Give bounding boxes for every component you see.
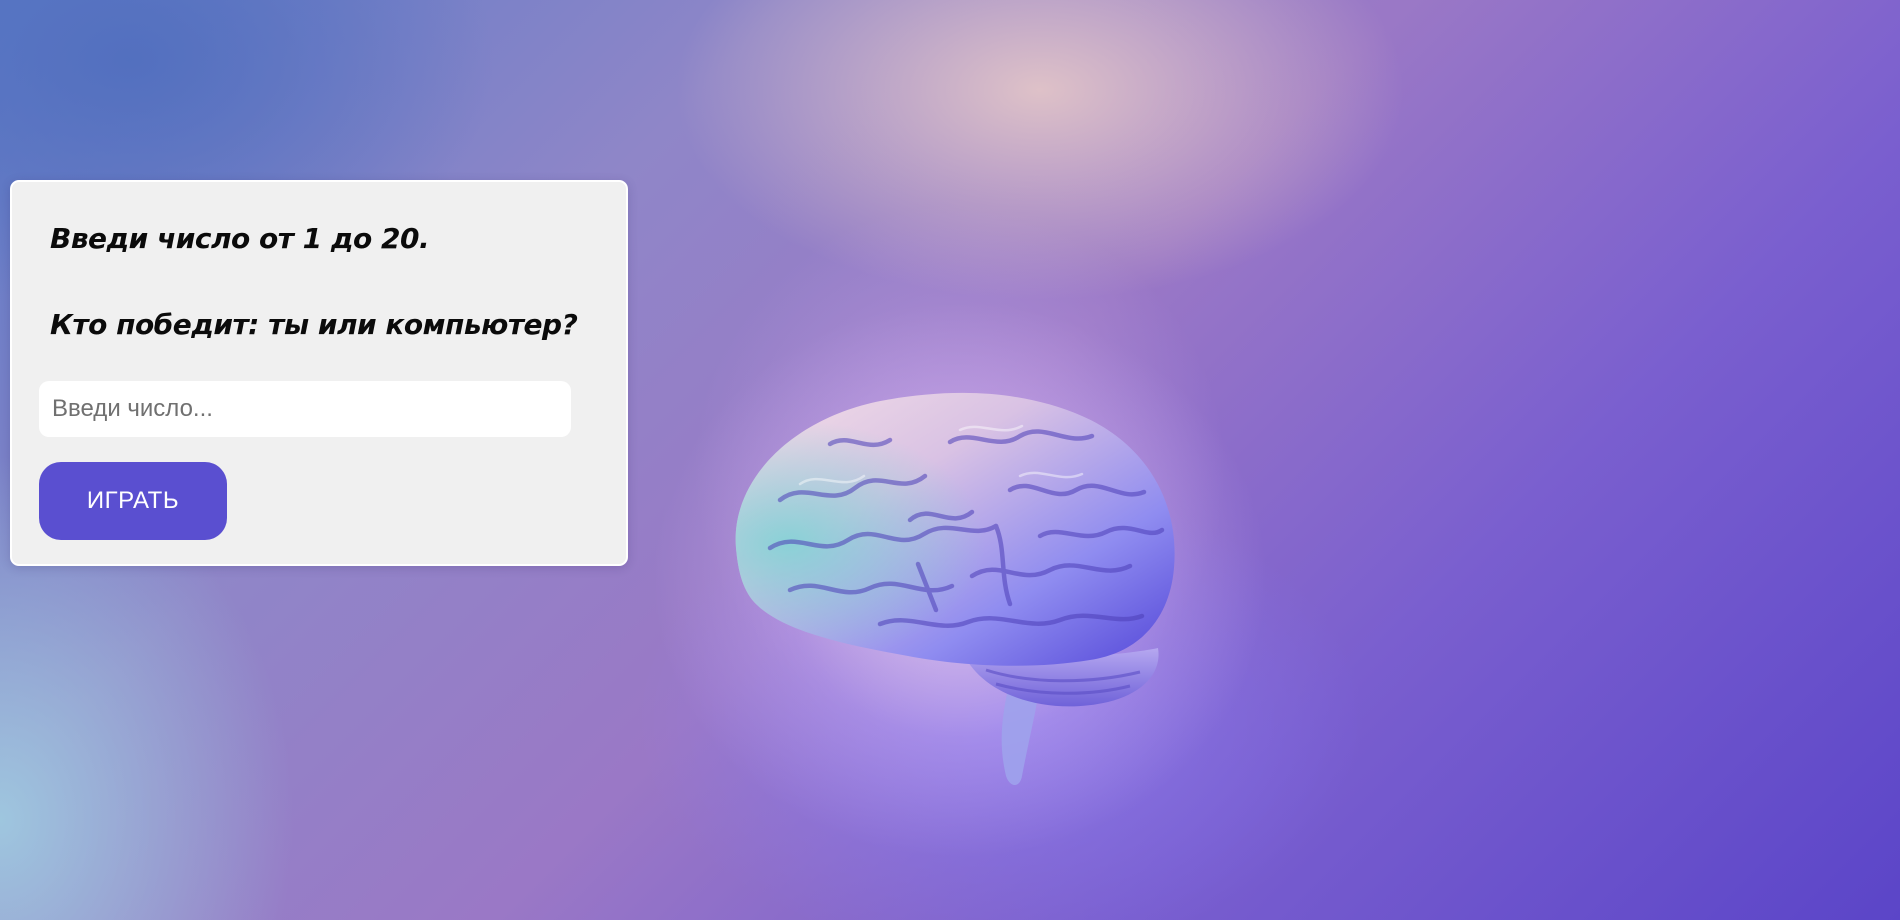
play-button[interactable]: ИГРАТЬ	[39, 462, 227, 540]
number-input[interactable]	[39, 381, 571, 437]
brain-icon	[735, 392, 1175, 785]
game-card: Введи число от 1 до 20. Кто победит: ты …	[10, 180, 628, 566]
challenge-heading: Кто победит: ты или компьютер?	[50, 308, 578, 341]
instruction-heading: Введи число от 1 до 20.	[50, 222, 430, 255]
